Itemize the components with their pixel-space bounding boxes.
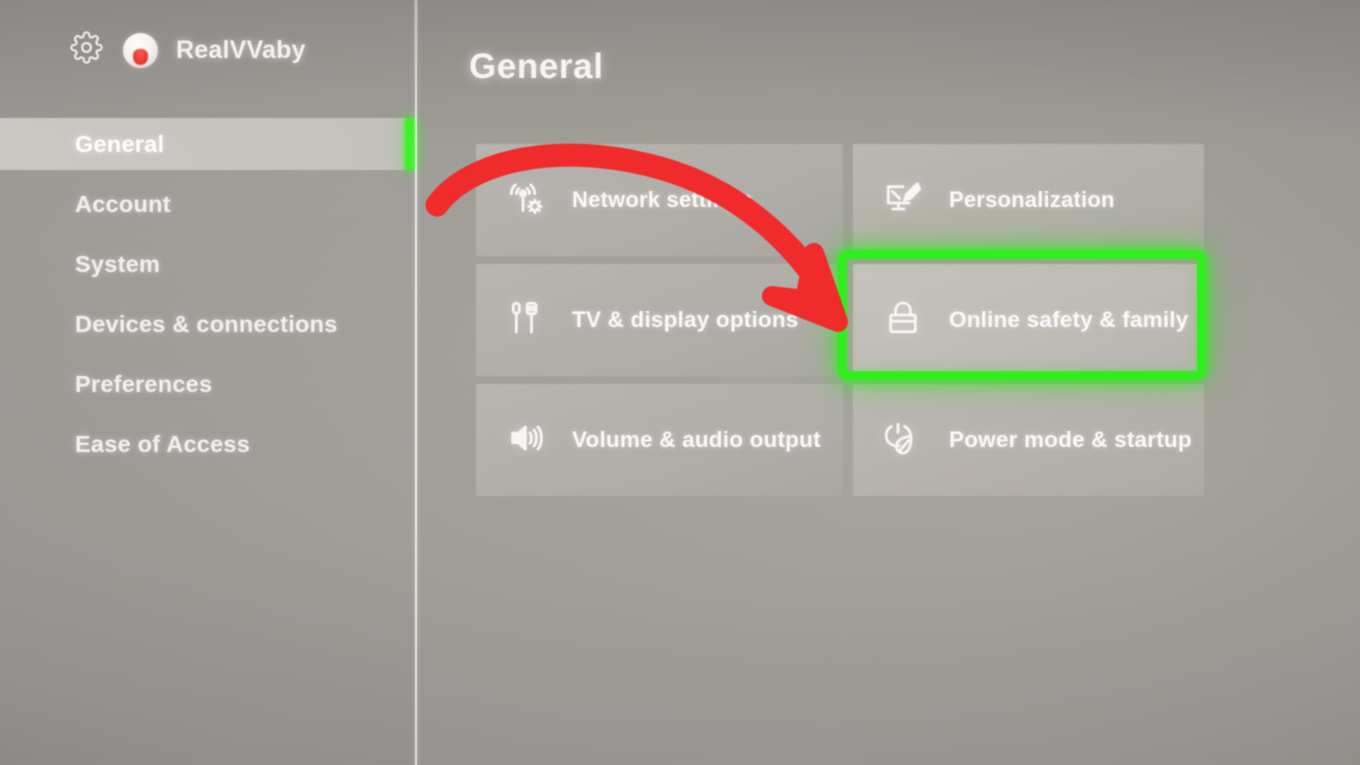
- sidebar-item-preferences[interactable]: Preferences: [0, 358, 416, 410]
- sidebar-item-label: Preferences: [75, 370, 213, 397]
- gear-icon[interactable]: [70, 31, 103, 69]
- tile-online-safety-family[interactable]: Online safety & family: [853, 264, 1204, 376]
- avatar[interactable]: [123, 32, 158, 68]
- lock-icon: [883, 298, 923, 343]
- network-settings-icon: [506, 178, 546, 223]
- tile-label: TV & display options: [572, 307, 799, 332]
- tile-personalization[interactable]: Personalization: [853, 144, 1204, 256]
- xbox-settings-screen: RealVVaby General Account System Devices & …: [0, 0, 1360, 765]
- tv-display-icon: [506, 298, 546, 343]
- tile-label: Online safety & family: [949, 307, 1189, 332]
- tile-label: Volume & audio output: [572, 427, 821, 452]
- sidebar-item-general[interactable]: General: [0, 118, 416, 170]
- sidebar-item-label: Account: [75, 190, 171, 217]
- tile-label: Personalization: [949, 187, 1115, 212]
- profile-header: RealVVaby: [0, 0, 416, 100]
- settings-sidebar: General Account System Devices & connection…: [0, 118, 416, 478]
- sidebar-item-ease-of-access[interactable]: Ease of Access: [0, 418, 416, 470]
- tile-power-mode-startup[interactable]: Power mode & startup: [853, 384, 1204, 496]
- personalization-icon: [883, 178, 923, 223]
- sidebar-item-account[interactable]: Account: [0, 178, 416, 230]
- settings-tile-grid: Network settings Personalization TV & disp…: [476, 144, 1204, 496]
- power-leaf-icon: [883, 418, 923, 463]
- sidebar-item-label: Ease of Access: [75, 430, 251, 457]
- tile-label: Network settings: [572, 187, 753, 212]
- page-title: General: [469, 47, 604, 87]
- sidebar-divider: [415, 0, 417, 765]
- tile-network-settings[interactable]: Network settings: [476, 144, 843, 256]
- tile-volume-audio-output[interactable]: Volume & audio output: [476, 384, 843, 496]
- tile-tv-display-options[interactable]: TV & display options: [476, 264, 843, 376]
- sidebar-item-devices-connections[interactable]: Devices & connections: [0, 298, 416, 350]
- volume-icon: [506, 418, 546, 463]
- sidebar-item-label: Devices & connections: [75, 310, 338, 337]
- gamertag-label: RealVVaby: [176, 35, 306, 64]
- tile-label: Power mode & startup: [949, 427, 1192, 452]
- sidebar-item-label: System: [75, 250, 161, 277]
- sidebar-item-label: General: [75, 130, 165, 157]
- sidebar-item-system[interactable]: System: [0, 238, 416, 290]
